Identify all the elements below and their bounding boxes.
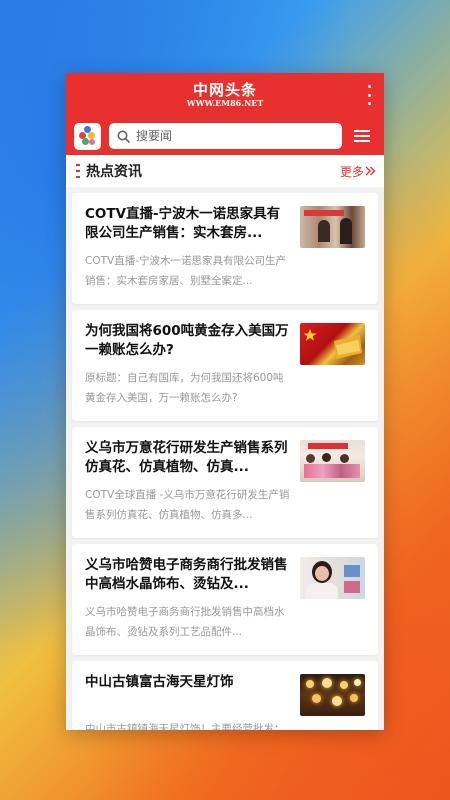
- news-summary: 义乌市哈赞电子商务商行批发销售中高档水晶饰布、烫钻及系列工艺品配件...: [85, 606, 285, 638]
- news-card[interactable]: 义乌市哈赞电子商务商行批发销售中高档水晶饰布、烫钻及... 义乌市哈赞电子商务商…: [72, 544, 378, 655]
- section-header: 热点资讯 更多: [66, 155, 384, 187]
- news-summary: 原标题：自己有国库，为何我国还将600吨黄金存入美国，万一赖账怎么办?: [85, 372, 284, 404]
- search-field[interactable]: [109, 123, 342, 149]
- news-card[interactable]: COTV直播-宁波木一诺思家具有限公司生产销售：实木套房... COTV直播-宁…: [72, 193, 378, 304]
- news-title[interactable]: 为何我国将600吨黄金存入美国万一赖账怎么办?: [85, 322, 290, 360]
- app-title: 中网头条: [192, 81, 257, 99]
- more-options-icon[interactable]: [366, 85, 372, 105]
- news-thumbnail[interactable]: [300, 206, 365, 248]
- app-logo-icon[interactable]: [74, 122, 101, 150]
- news-summary: COTV全球直播 -义乌市万意花行研发生产销售系列仿真花、仿真植物、仿真多...: [85, 489, 290, 521]
- app-url: WWW.EM86.NET: [186, 98, 264, 108]
- news-title[interactable]: COTV直播-宁波木一诺思家具有限公司生产销售：实木套房...: [85, 205, 290, 243]
- news-summary: COTV直播-宁波木一诺思家具有限公司生产销售：实木套房家居、别墅全案定...: [85, 255, 286, 287]
- news-title[interactable]: 中山古镇富古海天星灯饰: [85, 673, 290, 692]
- news-title[interactable]: 义乌市万意花行研发生产销售系列仿真花、仿真植物、仿真...: [85, 439, 290, 477]
- news-title[interactable]: 义乌市哈赞电子商务商行批发销售中高档水晶饰布、烫钻及...: [85, 556, 290, 594]
- news-card[interactable]: 为何我国将600吨黄金存入美国万一赖账怎么办? 原标题：自己有国库，为何我国还将…: [72, 310, 378, 421]
- section-marker-icon: [76, 164, 80, 178]
- menu-icon[interactable]: [354, 130, 370, 142]
- search-input[interactable]: [136, 129, 334, 143]
- news-card[interactable]: 中山古镇富古海天星灯饰 中山市古镇镇海天星灯饰！主要经营批发：中式灯、羊皮灯、餐…: [72, 661, 378, 730]
- news-summary: 中山市古镇镇海天星灯饰！主要经营批发：中式灯、羊皮灯、餐吊灯卧室灯等...: [85, 723, 285, 730]
- more-link[interactable]: 更多: [340, 163, 376, 180]
- section-title: 热点资讯: [86, 164, 142, 180]
- news-feed: COTV直播-宁波木一诺思家具有限公司生产销售：实木套房... COTV直播-宁…: [66, 193, 384, 730]
- news-thumbnail[interactable]: [300, 557, 365, 599]
- app-header: 中网头条 WWW.EM86.NET: [66, 73, 384, 117]
- news-thumbnail[interactable]: [300, 323, 365, 365]
- search-icon: [117, 130, 130, 143]
- more-link-label: 更多: [339, 164, 364, 179]
- double-chevron-right-icon: [365, 166, 376, 176]
- app-screen: 中网头条 WWW.EM86.NET 热点资讯: [66, 73, 384, 730]
- news-thumbnail[interactable]: [300, 440, 365, 482]
- news-thumbnail[interactable]: [300, 674, 365, 716]
- news-card[interactable]: 义乌市万意花行研发生产销售系列仿真花、仿真植物、仿真... COTV全球直播 -…: [72, 427, 378, 538]
- search-bar: [66, 117, 384, 155]
